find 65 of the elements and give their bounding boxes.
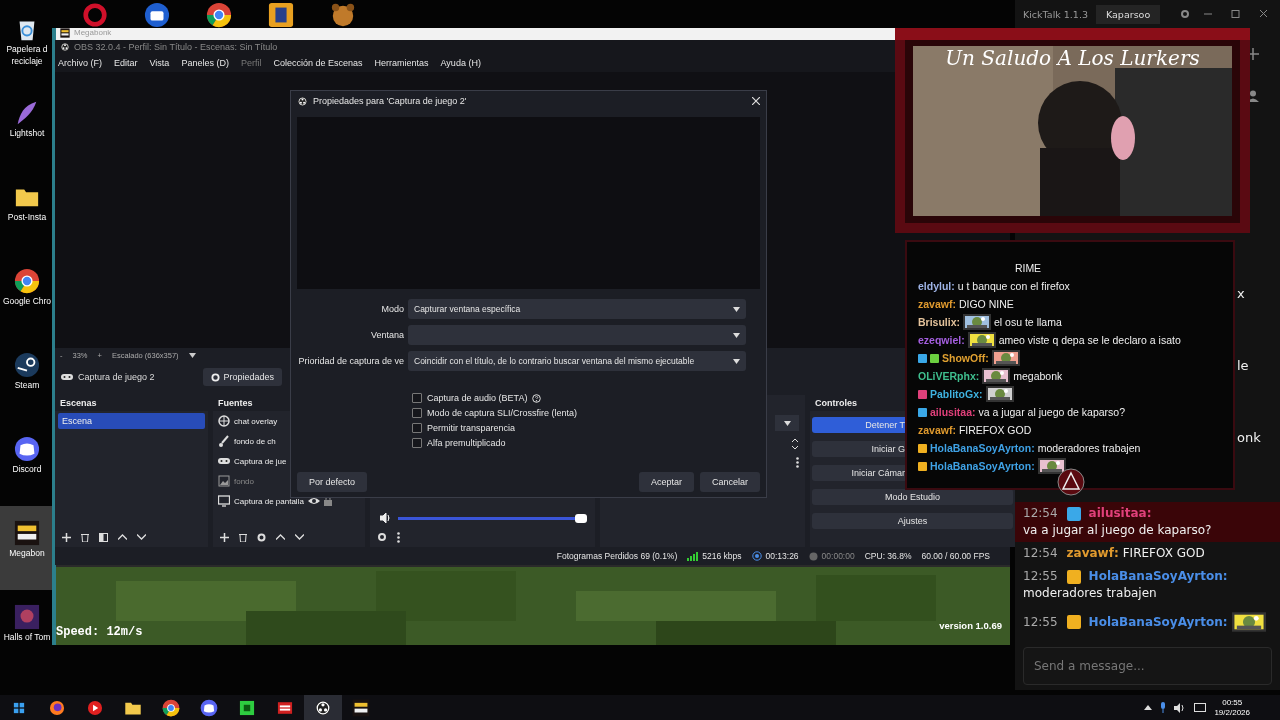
dialog-title: Propiedades para 'Captura de juego 2'	[313, 96, 468, 106]
username: ailusitaa:	[1088, 505, 1152, 522]
icon-label: Google Chro	[2, 296, 52, 306]
username: zavawf:	[1066, 545, 1119, 562]
chat-text: RIME	[1014, 262, 1042, 274]
stream-time: 00:13:26	[765, 551, 799, 561]
field-label: Ventana	[369, 330, 404, 340]
record-time: 00:00:00	[821, 551, 855, 561]
username: HolaBanaSoyAyrton:	[930, 442, 1035, 454]
window-title: OBS 32.0.4 - Perfil: Sin Título - Escenas: Sin Título	[74, 42, 278, 52]
clock-date: 19/2/2026	[1214, 707, 1250, 718]
message-text: ameo viste q depa se le declaro a isato	[998, 334, 1181, 346]
app-title: KickTalk 1.1.3	[1023, 8, 1088, 20]
username: ezeqwiel:	[918, 334, 965, 346]
icon-label: Megabon	[9, 548, 45, 558]
username: ailusitaa:	[930, 406, 976, 418]
icon-label: Papelera d	[6, 44, 48, 54]
message-fragment: x	[1237, 286, 1246, 301]
dropped-frames: Fotogramas Perdidos 69 (0.1%)	[556, 551, 678, 561]
bitrate: 5216 kbps	[702, 551, 742, 561]
timestamp: 12:54	[1023, 545, 1058, 562]
message-text: megabonk	[1013, 370, 1063, 382]
username: ShowOff:	[942, 352, 989, 364]
message-text: va a jugar al juego de kaparso?	[1023, 522, 1212, 539]
icon-label: Lightshot	[9, 128, 45, 138]
timestamp: 12:55	[1023, 568, 1058, 585]
window-title: Megabonk	[74, 28, 112, 37]
username: HolaBanaSoyAyrton:	[1088, 613, 1228, 631]
fps-readout: 60.00 / 60.00 FPS	[921, 551, 990, 561]
username: HolaBanaSoyAyrton:	[1088, 568, 1228, 585]
message-text: moderadores trabajen	[1037, 442, 1141, 454]
panel-title: Fuentes	[218, 398, 253, 408]
username: eldylul:	[918, 280, 955, 292]
username: zavawf:	[918, 298, 956, 310]
message-text: moderadores trabajen	[1023, 585, 1157, 602]
username: Brisulix:	[918, 316, 960, 328]
icon-label: Post-Insta	[7, 212, 47, 222]
version-label: version 1.0.69	[939, 620, 1002, 631]
timestamp: 12:55	[1023, 613, 1058, 631]
panel-title: Controles	[815, 398, 857, 408]
field-label: Prioridad de captura de ve	[297, 356, 404, 366]
username: OLiVERphx:	[918, 370, 980, 382]
message-text: va a jugar al juego de kaparso?	[978, 406, 1126, 418]
username: zavawf:	[918, 424, 956, 436]
source-name: Captura de juego 2	[78, 372, 155, 382]
clock-time: 00:55	[1222, 697, 1243, 708]
icon-label: Discord	[12, 464, 42, 474]
username: PablitoGx:	[930, 388, 983, 400]
message-text: el osu te llama	[994, 316, 1062, 328]
message-fragment: onk	[1237, 430, 1261, 445]
timestamp: 12:54	[1023, 505, 1058, 522]
message-fragment: le	[1237, 358, 1250, 373]
icon-label: reciclaje	[11, 56, 43, 66]
username: HolaBanaSoyAyrton:	[930, 460, 1035, 472]
cpu-usage: CPU: 36.8%	[864, 551, 912, 561]
panel-title: Escenas	[60, 398, 97, 408]
message-text: FIREFOX GOD	[1122, 545, 1205, 562]
message-text: DIGO NINE	[958, 298, 1014, 310]
icon-label: Steam	[14, 380, 40, 390]
icon-label: Halls of Tom	[3, 632, 51, 642]
message-text: FIREFOX GOD	[958, 424, 1032, 436]
overlay-caption: Un Saludo A Los Lurkers	[944, 46, 1201, 70]
field-label: Modo	[380, 304, 404, 314]
speed-readout: Speed: 12m/s	[56, 625, 143, 639]
message-text: u t banque con el firefox	[957, 280, 1070, 292]
